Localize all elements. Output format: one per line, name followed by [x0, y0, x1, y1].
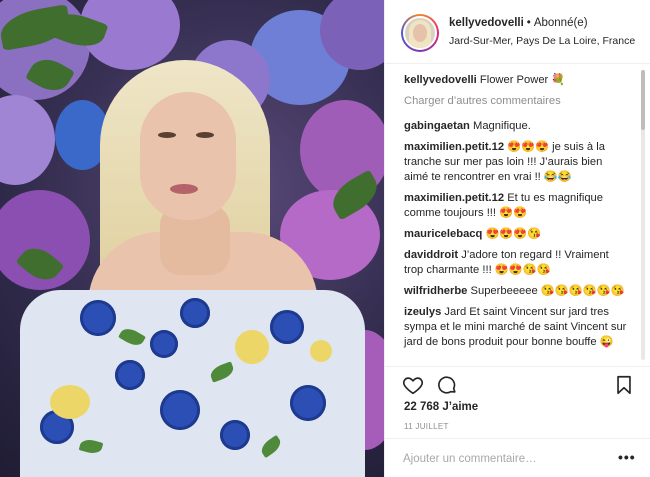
comment-username[interactable]: gabingaetan: [404, 120, 470, 132]
eye: [158, 132, 176, 138]
blue-rose: [150, 330, 178, 358]
load-more-comments-button[interactable]: Charger d’autres commentaires: [404, 94, 629, 109]
yellow-rose: [235, 330, 269, 364]
comment-input[interactable]: [403, 450, 603, 468]
header-separator: •: [526, 17, 531, 29]
bookmark-icon[interactable]: [613, 374, 635, 396]
comment-item: gabingaetan Magnifique.: [404, 119, 629, 134]
floral-top: [20, 290, 365, 477]
follow-status-button[interactable]: Abonné(e): [534, 17, 588, 29]
post-sidebar: kellyvedovelli • Abonné(e) Jard-Sur-Mer, P…: [384, 0, 650, 477]
person-face: [140, 92, 236, 220]
header-username[interactable]: kellyvedovelli: [449, 17, 524, 29]
comment-text: Superbeeeee 😘😘😘😘😘😘: [470, 285, 625, 297]
caption: kellyvedovelli Flower Power 💐: [404, 73, 629, 88]
comment-item: maximilien.petit.12 Et tu es magnifique …: [404, 191, 629, 221]
green-leaf: [208, 361, 236, 383]
comment-item: wilfridherbe Superbeeeee 😘😘😘😘😘😘: [404, 284, 629, 299]
blue-rose: [80, 300, 116, 336]
blue-rose: [220, 420, 250, 450]
green-leaf: [258, 434, 284, 459]
yellow-rose: [50, 385, 90, 419]
comment-username[interactable]: wilfridherbe: [404, 285, 467, 297]
comment-text: 😍😍😍😘: [485, 228, 542, 240]
add-comment-bar: •••: [385, 438, 650, 477]
post-date[interactable]: 11 JUILLET: [404, 422, 449, 431]
hydrangea-bloom: [0, 95, 55, 185]
eye: [196, 132, 214, 138]
green-leaf: [78, 437, 104, 456]
story-ring[interactable]: [401, 14, 439, 52]
comment-username[interactable]: daviddroit: [404, 249, 458, 261]
post-photo[interactable]: [0, 0, 384, 477]
comments-scrollbar-thumb[interactable]: [641, 70, 645, 130]
comment-item: daviddroit J’adore ton regard !! Vraimen…: [404, 248, 629, 278]
comment-username[interactable]: maximilien.petit.12: [404, 141, 504, 153]
comment-item: mauricelebacq 😍😍😍😘: [404, 227, 629, 242]
blue-rose: [270, 310, 304, 344]
blue-rose: [180, 298, 210, 328]
comment-item: izeulys Jard Et saint Vincent sur jard t…: [404, 305, 629, 350]
comment-username[interactable]: izeulys: [404, 306, 441, 318]
location-link[interactable]: Jard-Sur-Mer, Pays De La Loire, France: [449, 35, 635, 47]
comments-list: kellyvedovelli Flower Power 💐 Charger d’…: [385, 64, 650, 367]
likes-count[interactable]: 22 768 J’aime: [404, 401, 478, 413]
heart-icon[interactable]: [402, 374, 424, 396]
comment-text: Magnifique.: [473, 120, 531, 132]
comment-username[interactable]: mauricelebacq: [404, 228, 482, 240]
header-line: kellyvedovelli • Abonné(e): [449, 17, 588, 29]
post-header: kellyvedovelli • Abonné(e) Jard-Sur-Mer, P…: [385, 0, 650, 64]
blue-rose: [290, 385, 326, 421]
caption-username[interactable]: kellyvedovelli: [404, 74, 477, 86]
avatar[interactable]: [403, 16, 437, 50]
green-leaf: [118, 324, 146, 350]
blue-rose: [115, 360, 145, 390]
more-options-icon[interactable]: •••: [618, 449, 636, 465]
caption-text: Flower Power 💐: [479, 74, 566, 86]
lips: [170, 184, 198, 194]
comment-username[interactable]: maximilien.petit.12: [404, 192, 504, 204]
comment-item: maximilien.petit.12 😍😍😍 je suis à la tra…: [404, 140, 629, 185]
yellow-rose: [310, 340, 332, 362]
action-bar: [385, 368, 650, 402]
avatar-face: [413, 24, 427, 42]
comment-bubble-icon[interactable]: [436, 374, 458, 396]
blue-rose: [160, 390, 200, 430]
